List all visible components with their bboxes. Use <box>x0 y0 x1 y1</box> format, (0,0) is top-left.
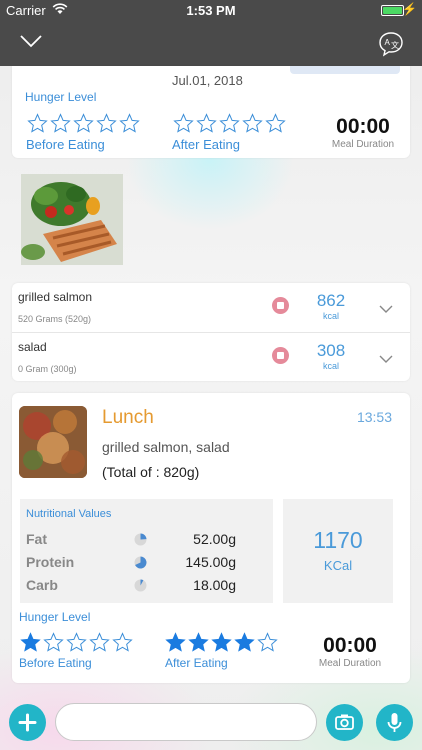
total-calories-value: 1170 <box>313 527 363 553</box>
total-calories-unit: KCal <box>323 558 353 573</box>
food-name: salad <box>18 340 47 354</box>
food-photo[interactable] <box>21 174 123 265</box>
food-kcal-unit: kcal <box>322 311 339 321</box>
meal-duration: 00:00 Meal Duration <box>328 115 398 150</box>
meal-title: Lunch <box>102 407 154 428</box>
nutrient-name: Protein <box>26 554 75 570</box>
star-empty-icon[interactable] <box>119 113 140 134</box>
nutrient-row-fat: Fat 52.00g <box>26 529 266 549</box>
star-filled-icon[interactable] <box>234 632 255 653</box>
star-empty-icon[interactable] <box>265 113 286 134</box>
after-eating-stars[interactable] <box>165 632 278 653</box>
star-empty-icon[interactable] <box>43 632 64 653</box>
food-kcal-value: 308 <box>316 341 346 360</box>
svg-text:A: A <box>385 38 391 47</box>
nutritional-values-panel: Nutritional Values Fat 52.00g Protein 14… <box>20 499 273 603</box>
svg-text:文: 文 <box>391 40 399 50</box>
nutrient-value: 52.00g <box>193 531 236 547</box>
before-eating-label: Before Eating <box>26 137 105 152</box>
star-empty-icon[interactable] <box>196 113 217 134</box>
chevron-down-icon[interactable] <box>379 301 393 319</box>
star-empty-icon[interactable] <box>96 113 117 134</box>
nutrient-pie-icon <box>134 579 147 592</box>
meal-duration-label: Meal Duration <box>318 658 382 669</box>
star-empty-icon[interactable] <box>89 632 110 653</box>
star-empty-icon[interactable] <box>219 113 240 134</box>
chevron-down-icon[interactable] <box>379 351 393 369</box>
status-bar: Carrier 1:53 PM ⚡ <box>0 0 422 22</box>
star-empty-icon[interactable] <box>27 113 48 134</box>
meal-time: 13:53 <box>356 409 392 425</box>
meal-duration: 00:00 Meal Duration <box>315 634 385 669</box>
food-row-salad[interactable]: salad 0 Gram (300g) 308 kcal <box>12 332 410 380</box>
add-button[interactable] <box>9 704 46 741</box>
after-eating-label: After Eating <box>172 137 240 152</box>
star-filled-icon[interactable] <box>211 632 232 653</box>
meal-duration-value: 00:00 <box>336 115 390 138</box>
nutrient-name: Fat <box>26 531 47 547</box>
microphone-icon <box>387 713 402 732</box>
after-eating-label: After Eating <box>165 656 228 670</box>
meal-duration-label: Meal Duration <box>331 139 395 150</box>
food-kcal: 862 kcal <box>309 291 353 321</box>
plus-icon <box>18 713 37 732</box>
nutrient-pie-icon <box>134 556 147 569</box>
before-eating-label: Before Eating <box>19 656 92 670</box>
trash-icon[interactable] <box>272 347 289 364</box>
food-row-grilled-salmon[interactable]: grilled salmon 520 Grams (520g) 862 kcal <box>12 283 410 331</box>
nutrient-name: Carb <box>26 577 58 593</box>
nutrient-row-protein: Protein 145.00g <box>26 552 266 572</box>
nutrient-value: 145.00g <box>185 554 236 570</box>
star-empty-icon[interactable] <box>50 113 71 134</box>
food-quantity: 0 Gram (300g) <box>18 364 77 374</box>
star-filled-icon[interactable] <box>188 632 209 653</box>
charging-icon: ⚡ <box>402 2 417 16</box>
after-eating-stars[interactable] <box>173 113 286 134</box>
nav-bar: A文 <box>0 22 422 66</box>
clock: 1:53 PM <box>186 3 236 18</box>
meal-duration-value: 00:00 <box>323 634 377 657</box>
camera-icon <box>335 714 354 730</box>
camera-button[interactable] <box>326 704 363 741</box>
food-name: grilled salmon <box>18 290 93 304</box>
star-filled-icon[interactable] <box>165 632 186 653</box>
trash-icon[interactable] <box>272 297 289 314</box>
star-empty-icon[interactable] <box>73 113 94 134</box>
meal-items: grilled salmon, salad <box>102 439 230 455</box>
before-eating-stars[interactable] <box>27 113 140 134</box>
translate-icon[interactable]: A文 <box>378 31 404 62</box>
previous-meal-card: Jul.01, 2018 Hunger Level Before Eating … <box>12 66 410 158</box>
total-calories-box: 1170 KCal <box>283 499 393 603</box>
nutrient-value: 18.00g <box>193 577 236 593</box>
before-eating-stars[interactable] <box>20 632 133 653</box>
star-empty-icon[interactable] <box>242 113 263 134</box>
date-tab <box>290 66 400 74</box>
food-kcal: 308 kcal <box>309 341 353 371</box>
food-quantity: 520 Grams (520g) <box>18 314 92 324</box>
food-kcal-value: 862 <box>316 291 346 310</box>
meal-total: (Total of : 820g) <box>102 464 200 480</box>
nutritional-values-title: Nutritional Values <box>26 508 112 520</box>
nutrient-row-carb: Carb 18.00g <box>26 575 266 595</box>
hunger-level-label: Hunger Level <box>25 90 97 104</box>
hunger-level-label: Hunger Level <box>19 610 91 624</box>
food-kcal-unit: kcal <box>322 361 339 371</box>
chevron-down-icon[interactable] <box>20 34 42 53</box>
meal-summary-card: Lunch 13:53 grilled salmon, salad (Total… <box>12 393 410 683</box>
battery-icon <box>381 5 404 16</box>
meal-thumbnail[interactable] <box>19 406 87 478</box>
star-filled-icon[interactable] <box>20 632 41 653</box>
nutrient-pie-icon <box>134 533 147 546</box>
composer-bar <box>0 694 422 750</box>
food-list: grilled salmon 520 Grams (520g) 862 kcal… <box>12 283 410 381</box>
message-input[interactable] <box>55 703 317 741</box>
microphone-button[interactable] <box>376 704 413 741</box>
star-empty-icon[interactable] <box>66 632 87 653</box>
meal-date: Jul.01, 2018 <box>172 73 243 88</box>
star-empty-icon[interactable] <box>112 632 133 653</box>
star-empty-icon[interactable] <box>173 113 194 134</box>
star-empty-icon[interactable] <box>257 632 278 653</box>
